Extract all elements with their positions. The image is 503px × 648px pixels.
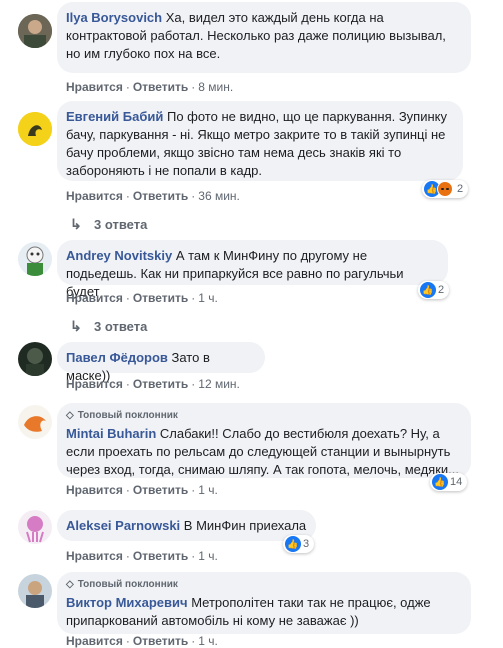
comment-author[interactable]: Mintai Buharin <box>66 426 156 441</box>
view-replies-link[interactable]: ↳ 3 ответа <box>70 216 147 233</box>
reply-link[interactable]: Ответить <box>133 377 188 391</box>
comment-author[interactable]: Aleksei Parnowski <box>66 518 180 533</box>
comment-time[interactable]: 1 ч. <box>198 483 218 497</box>
like-link[interactable]: Нравится <box>66 483 123 497</box>
comment-author[interactable]: Ilya Borysovich <box>66 10 162 25</box>
like-link[interactable]: Нравится <box>66 377 123 391</box>
avatar-image <box>18 510 52 544</box>
like-link[interactable]: Нравится <box>66 291 123 305</box>
comment-bubble: Ilya Borysovich Ха, видел это каждый ден… <box>57 2 471 73</box>
avatar-image <box>18 405 52 439</box>
comment-bubble: Andrey Novitskiy А там к МинФину по друг… <box>57 240 448 299</box>
comment-actions: Нравится · Ответить · 1 ч. <box>66 634 218 648</box>
comment-author[interactable]: Виктор Михаревич <box>66 595 188 610</box>
diamond-icon: ◇ <box>66 410 74 421</box>
reply-link[interactable]: Ответить <box>133 80 188 94</box>
comment-actions: Нравится · Ответить · 1 ч. <box>66 291 218 305</box>
angry-reaction-icon <box>437 181 453 197</box>
avatar-image <box>18 342 52 376</box>
like-link[interactable]: Нравится <box>66 80 123 94</box>
comment-actions: Нравится · Ответить · 1 ч. <box>66 549 218 563</box>
comment-time[interactable]: 1 ч. <box>198 549 218 563</box>
avatar[interactable] <box>18 510 52 544</box>
like-reaction-icon: 👍 <box>285 536 301 552</box>
reaction-count[interactable]: 👍 2 <box>418 281 450 299</box>
reply-link[interactable]: Ответить <box>133 291 188 305</box>
avatar[interactable] <box>18 242 52 276</box>
comment-author[interactable]: Павел Фёдоров <box>66 350 168 365</box>
comment-bubble: Aleksei Parnowski В МинФин приехала <box>57 510 316 541</box>
reply-arrow-icon: ↳ <box>70 216 82 232</box>
like-link[interactable]: Нравится <box>66 549 123 563</box>
like-reaction-icon: 👍 <box>420 282 436 298</box>
top-fan-badge: ◇ Топовый поклонник <box>66 579 178 590</box>
comment-bubble: ◇ Топовый поклонник Виктор Михаревич Метр… <box>57 572 471 634</box>
comment-time[interactable]: 1 ч. <box>198 634 218 648</box>
comment-author[interactable]: Евгений Бабий <box>66 109 163 124</box>
avatar-image <box>18 14 52 48</box>
comment-time[interactable]: 8 мин. <box>198 80 233 94</box>
comment-text: В МинФин приехала <box>183 518 307 533</box>
reply-link[interactable]: Ответить <box>133 189 188 203</box>
like-link[interactable]: Нравится <box>66 189 123 203</box>
comment-actions: Нравится · Ответить · 8 мин. <box>66 80 234 94</box>
comment-time[interactable]: 36 мин. <box>198 189 240 203</box>
diamond-icon: ◇ <box>66 579 74 590</box>
avatar-image <box>18 112 52 146</box>
top-fan-badge: ◇ Топовый поклонник <box>66 410 178 421</box>
avatar[interactable] <box>18 112 52 146</box>
comment-bubble: ◇ Топовый поклонник Mintai Buharin Слабак… <box>57 403 471 478</box>
comment-time[interactable]: 1 ч. <box>198 291 218 305</box>
reaction-count[interactable]: 👍 14 <box>430 473 468 491</box>
comment-actions: Нравится · Ответить · 12 мин. <box>66 377 240 391</box>
comment-author[interactable]: Andrey Novitskiy <box>66 248 172 263</box>
avatar-image <box>18 242 52 276</box>
comment-actions: Нравится · Ответить · 36 мин. <box>66 189 240 203</box>
reply-arrow-icon: ↳ <box>70 318 82 334</box>
avatar[interactable] <box>18 574 52 608</box>
view-replies-link[interactable]: ↳ 3 ответа <box>70 318 147 335</box>
comment-bubble: Евгений Бабий По фото не видно, що це па… <box>57 101 463 181</box>
reply-link[interactable]: Ответить <box>133 483 188 497</box>
avatar[interactable] <box>18 14 52 48</box>
reply-link[interactable]: Ответить <box>133 549 188 563</box>
avatar[interactable] <box>18 405 52 439</box>
avatar[interactable] <box>18 342 52 376</box>
reply-link[interactable]: Ответить <box>133 634 188 648</box>
comment-time[interactable]: 12 мин. <box>198 377 240 391</box>
reaction-count[interactable]: 👍 2 <box>422 180 469 198</box>
like-link[interactable]: Нравится <box>66 634 123 648</box>
reaction-count[interactable]: 👍 3 <box>283 535 315 553</box>
like-reaction-icon: 👍 <box>432 474 448 490</box>
avatar-image <box>18 574 52 608</box>
comment-bubble: Павел Фёдоров Зато в маске)) <box>57 342 265 383</box>
comment-actions: Нравится · Ответить · 1 ч. <box>66 483 218 497</box>
